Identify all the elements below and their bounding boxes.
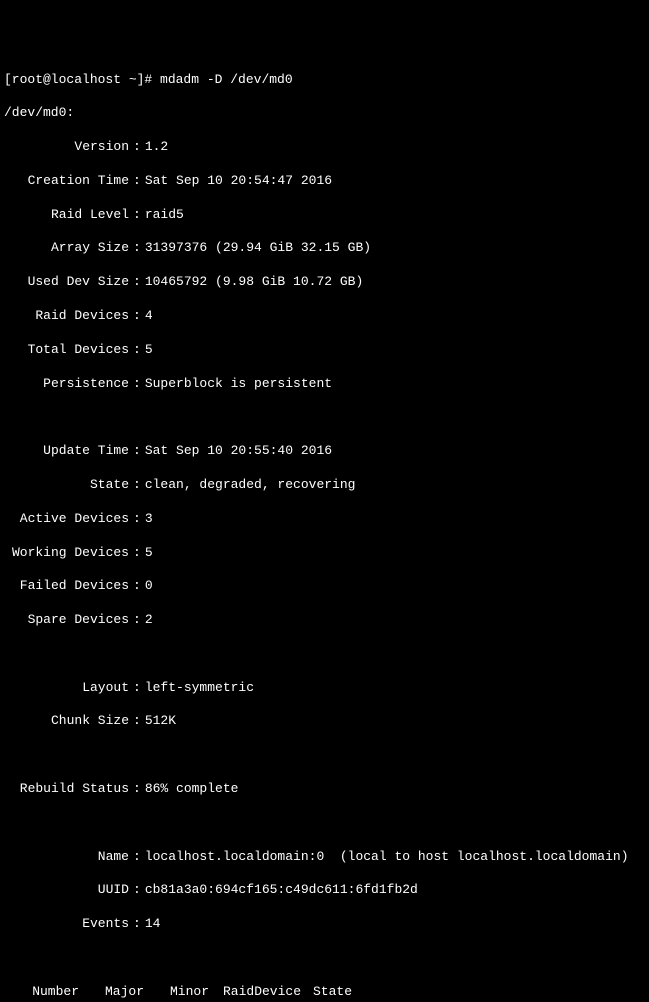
field-chunk-size: Chunk Size:512K [4,713,645,730]
field-label: Rebuild Status [4,781,129,798]
device-header: /dev/md0: [4,105,645,122]
field-label: Name [4,849,129,866]
col-major: Major [79,984,144,1001]
field-value: cb81a3a0:694cf165:c49dc611:6fd1fb2d [145,882,418,899]
field-label: Persistence [4,376,129,393]
field-value: 2 [145,612,153,629]
field-label: Failed Devices [4,578,129,595]
field-value: 14 [145,916,161,933]
col-number: Number [4,984,79,1001]
field-failed-devices: Failed Devices:0 [4,578,645,595]
field-state: State:clean, degraded, recovering [4,477,645,494]
field-uuid: UUID:cb81a3a0:694cf165:c49dc611:6fd1fb2d [4,882,645,899]
field-label: Array Size [4,240,129,257]
field-value: Sat Sep 10 20:54:47 2016 [145,173,332,190]
field-value: 86% complete [145,781,239,798]
field-active-devices: Active Devices:3 [4,511,645,528]
field-working-devices: Working Devices:5 [4,545,645,562]
field-value: 4 [145,308,153,325]
shell-prompt: [root@localhost ~]# [4,72,160,87]
field-label: Update Time [4,443,129,460]
field-label: Active Devices [4,511,129,528]
blank-line [4,409,645,426]
field-value: Sat Sep 10 20:55:40 2016 [145,443,332,460]
field-value: localhost.localdomain:0 (local to host l… [145,849,629,866]
field-layout: Layout:left-symmetric [4,680,645,697]
field-array-size: Array Size:31397376 (29.94 GiB 32.15 GB) [4,240,645,257]
field-label: Raid Level [4,207,129,224]
field-value: Superblock is persistent [145,376,332,393]
field-name: Name:localhost.localdomain:0 (local to h… [4,849,645,866]
field-label: Used Dev Size [4,274,129,291]
field-total-devices: Total Devices:5 [4,342,645,359]
field-version: Version:1.2 [4,139,645,156]
blank-line [4,646,645,663]
field-creation-time: Creation Time:Sat Sep 10 20:54:47 2016 [4,173,645,190]
field-used-dev-size: Used Dev Size:10465792 (9.98 GiB 10.72 G… [4,274,645,291]
field-value: clean, degraded, recovering [145,477,356,494]
field-raid-devices: Raid Devices:4 [4,308,645,325]
field-persistence: Persistence:Superblock is persistent [4,376,645,393]
field-label: Total Devices [4,342,129,359]
field-value: 5 [145,545,153,562]
field-label: Creation Time [4,173,129,190]
field-value: left-symmetric [145,680,254,697]
col-minor: Minor [144,984,209,1001]
field-label: Raid Devices [4,308,129,325]
field-label: State [4,477,129,494]
field-label: Chunk Size [4,713,129,730]
field-value: 31397376 (29.94 GiB 32.15 GB) [145,240,371,257]
blank-line [4,950,645,967]
field-value: 1.2 [145,139,168,156]
field-label: UUID [4,882,129,899]
field-rebuild-status: Rebuild Status:86% complete [4,781,645,798]
col-device [429,984,447,1001]
field-value: 512K [145,713,176,730]
field-label: Version [4,139,129,156]
command-line: [root@localhost ~]# mdadm -D /dev/md0 [4,72,645,89]
field-spare-devices: Spare Devices:2 [4,612,645,629]
field-value: raid5 [145,207,184,224]
field-update-time: Update Time:Sat Sep 10 20:55:40 2016 [4,443,645,460]
command-text: mdadm -D /dev/md0 [160,72,293,87]
col-raid-device: RaidDevice [209,984,309,1001]
col-state: State [309,984,429,1001]
field-raid-level: Raid Level:raid5 [4,207,645,224]
field-value: 3 [145,511,153,528]
device-table-header: Number Major Minor RaidDevice State [4,984,645,1001]
field-value: 5 [145,342,153,359]
field-label: Working Devices [4,545,129,562]
field-label: Layout [4,680,129,697]
field-value: 0 [145,578,153,595]
field-events: Events:14 [4,916,645,933]
field-value: 10465792 (9.98 GiB 10.72 GB) [145,274,363,291]
field-label: Spare Devices [4,612,129,629]
blank-line [4,815,645,832]
blank-line [4,747,645,764]
field-label: Events [4,916,129,933]
